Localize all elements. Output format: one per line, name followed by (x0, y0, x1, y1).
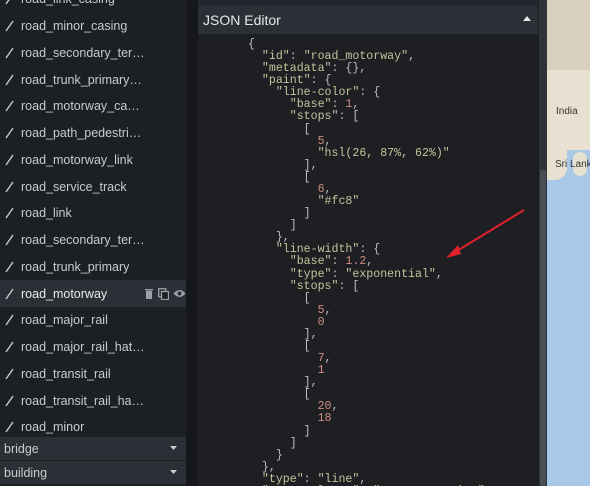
layer-list: road_link_casing road_minor_casing road_se… (0, 0, 186, 441)
layer-label: road_minor (21, 420, 85, 435)
map-view[interactable]: India Sri Lanka (547, 0, 590, 486)
layer-label: road_motorway_ca… (21, 99, 140, 114)
layer-item[interactable]: road_secondary_ter… (0, 227, 186, 254)
line-layer-icon (5, 234, 14, 246)
layer-item[interactable]: road_major_rail (0, 307, 186, 334)
layer-item[interactable]: road_transit_rail_ha… (0, 387, 186, 414)
layer-label: road_trunk_primary… (21, 72, 142, 87)
layer-list-panel: road_link_casing road_minor_casing road_se… (0, 0, 186, 486)
line-layer-icon (5, 368, 14, 380)
layer-item[interactable]: road_service_track (0, 173, 186, 200)
json-code-area[interactable]: 1{2 "id": "road_motorway",3 "metadata": … (198, 34, 538, 486)
layer-label: road_secondary_ter… (21, 233, 145, 248)
json-editor-title: JSON Editor (203, 12, 281, 28)
layer-group-building[interactable]: building (0, 461, 186, 484)
layer-item[interactable]: road_motorway (0, 280, 186, 307)
chevron-up-icon[interactable] (523, 16, 531, 21)
line-layer-icon (5, 207, 14, 219)
line-layer-icon (5, 74, 14, 86)
line-layer-icon (5, 0, 10, 5)
layer-item[interactable]: road_link (0, 200, 186, 227)
layer-item[interactable]: road_link_casing (0, 0, 186, 13)
line-layer-icon (5, 288, 14, 300)
layer-label: road_path_pedestri… (21, 126, 142, 141)
layer-label: road_minor_casing (21, 19, 128, 34)
layer-item[interactable]: road_trunk_primary… (0, 66, 186, 93)
layer-label: road_motorway_link (21, 152, 133, 167)
map-label: India (556, 106, 578, 117)
line-layer-icon (5, 395, 14, 407)
json-editor-panel: JSON Editor 1{2 "id": "road_motorway",3 … (198, 0, 538, 486)
layer-item[interactable]: road_motorway_link (0, 147, 186, 174)
line-layer-icon (5, 100, 14, 112)
layer-item[interactable]: road_motorway_ca… (0, 93, 186, 120)
group-label: building (4, 465, 48, 480)
layer-label: road_trunk_primary (21, 259, 130, 274)
map-label: Sri Lanka (555, 159, 590, 170)
panel-divider (186, 0, 198, 486)
visibility-icon[interactable] (173, 289, 186, 298)
layer-label: road_transit_rail_ha… (21, 393, 144, 408)
layer-item[interactable]: road_trunk_primary (0, 254, 186, 281)
line-layer-icon (5, 127, 14, 139)
line-layer-icon (5, 154, 14, 166)
layer-label: road_major_rail (21, 313, 108, 328)
layer-label: road_service_track (21, 179, 127, 194)
line-layer-icon (5, 261, 14, 273)
layer-item[interactable]: road_major_rail_hat… (0, 334, 186, 361)
layer-label: road_secondary_ter… (21, 45, 145, 60)
layer-label: road_major_rail_hat… (21, 340, 145, 355)
chevron-down-icon (170, 470, 177, 474)
line-layer-icon (5, 341, 14, 353)
layer-label: road_link (21, 206, 72, 221)
line-layer-icon (5, 181, 14, 193)
chevron-down-icon (170, 446, 177, 450)
layer-label: road_motorway (21, 286, 108, 301)
layer-item[interactable]: road_path_pedestri… (0, 120, 186, 147)
layer-item[interactable]: road_minor_casing (0, 13, 186, 40)
duplicate-icon[interactable] (158, 287, 169, 300)
line-layer-icon (5, 314, 14, 326)
line-layer-icon (5, 421, 14, 433)
line-layer-icon (5, 47, 14, 59)
group-label: bridge (4, 441, 39, 456)
delete-icon[interactable] (144, 288, 154, 300)
json-editor-header[interactable]: JSON Editor (198, 6, 538, 34)
editor-scrollbar[interactable] (539, 0, 547, 486)
layer-label: road_link_casing (21, 0, 115, 6)
map-land (547, 0, 590, 70)
line-layer-icon (5, 20, 14, 32)
layer-label: road_transit_rail (21, 366, 111, 381)
editor-scroll-thumb[interactable] (540, 170, 546, 486)
layer-item[interactable]: road_secondary_ter… (0, 40, 186, 67)
layer-group-bridge[interactable]: bridge (0, 437, 186, 460)
layer-actions (144, 280, 186, 307)
layer-item[interactable]: road_transit_rail (0, 361, 186, 388)
